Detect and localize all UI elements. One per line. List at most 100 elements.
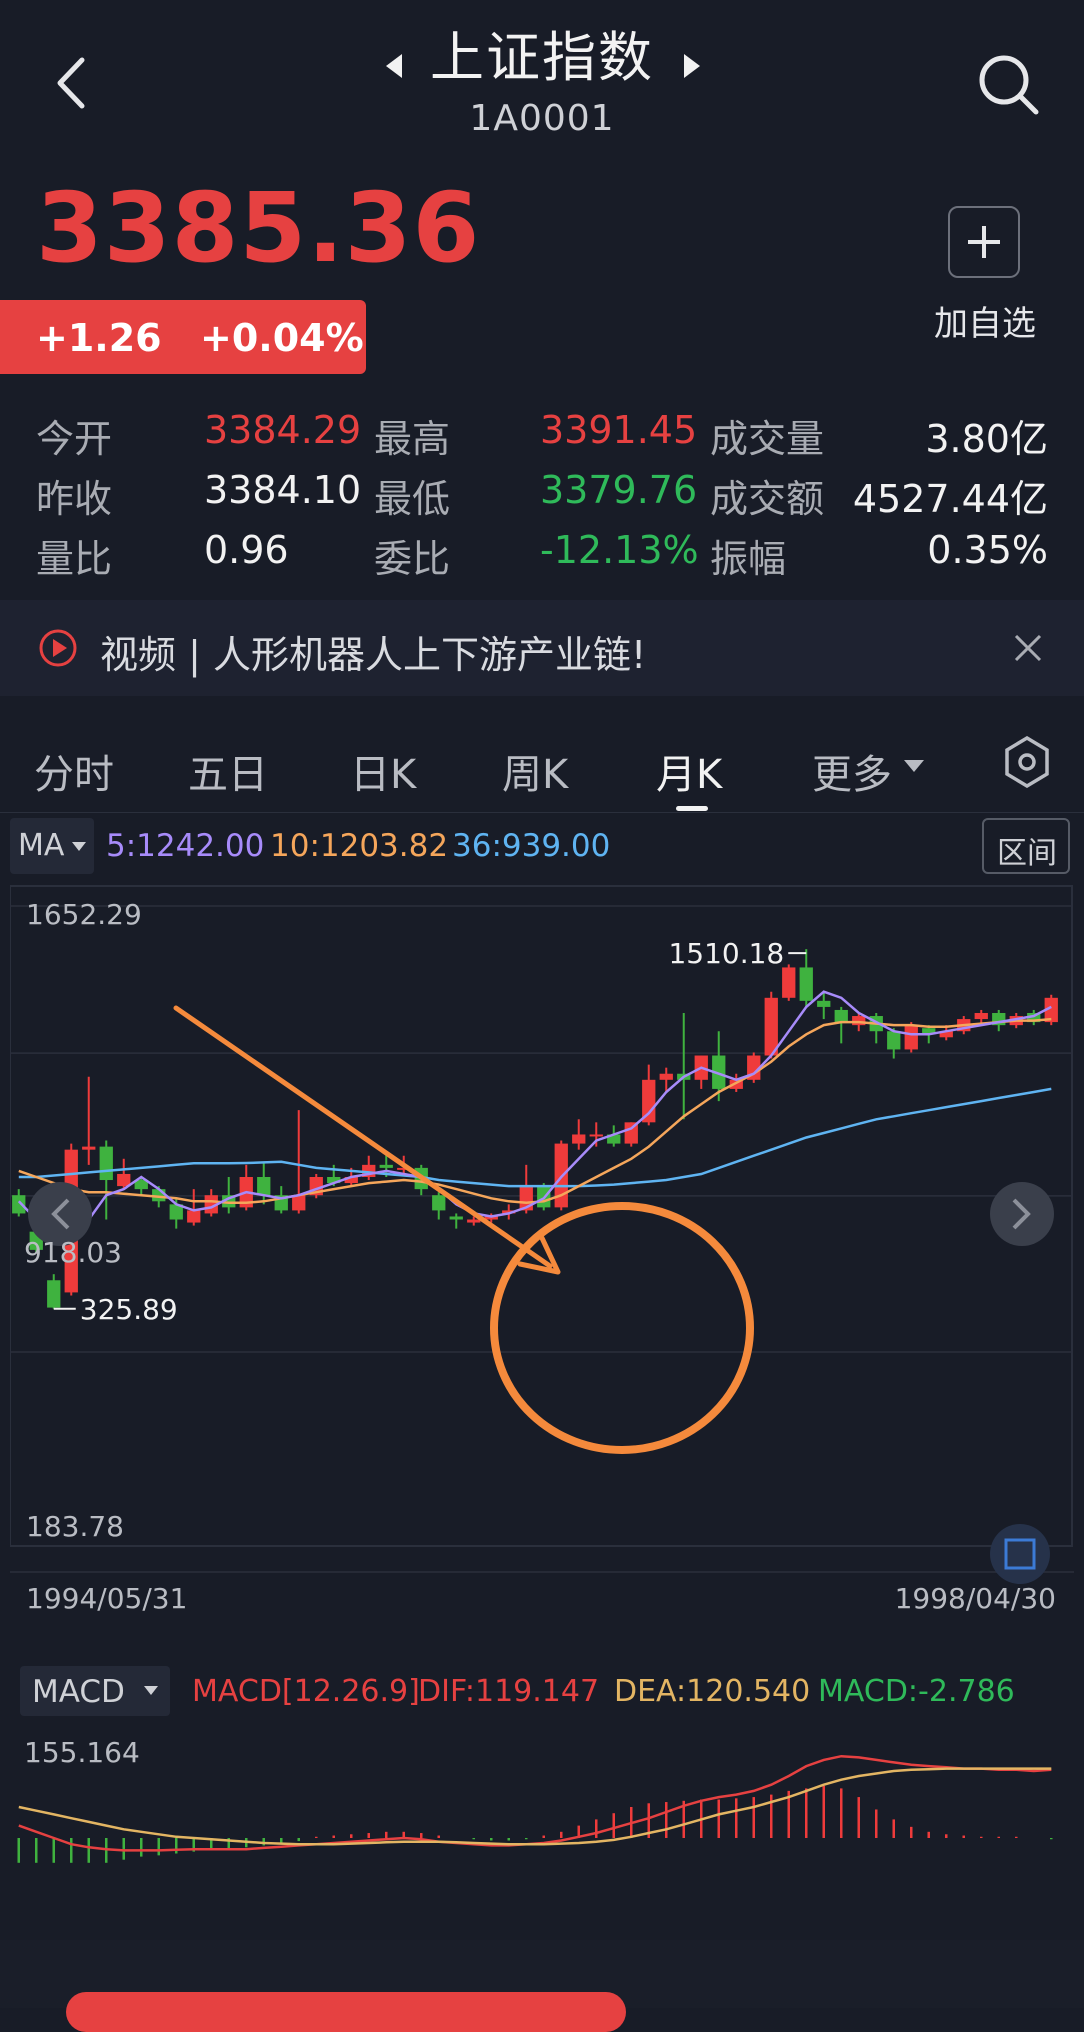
- candle-body: [257, 1176, 271, 1196]
- plus-icon: [968, 226, 1000, 258]
- stat-value: 4527.44亿: [852, 477, 1048, 521]
- min-annotation: 325.89: [80, 1293, 178, 1326]
- ma36-value: 36:939.00: [452, 828, 611, 864]
- add-watchlist-label[interactable]: 加自选: [926, 296, 1044, 345]
- page-title: 上证指数: [430, 26, 654, 89]
- trade-button[interactable]: [66, 1992, 626, 2032]
- dea-line: [18, 1767, 1052, 1846]
- dropdown-icon: [144, 1686, 158, 1695]
- tab-week-k[interactable]: 周K: [502, 742, 568, 800]
- macd-y-label: 155.164: [24, 1736, 140, 1769]
- range-button[interactable]: 区间: [982, 818, 1070, 874]
- stat-value: 3.80亿: [925, 417, 1048, 461]
- stat-label: 量比: [36, 537, 113, 581]
- candle-body: [974, 1012, 988, 1020]
- stat-label: 今开: [36, 417, 113, 461]
- stat-value: 3384.29: [204, 408, 362, 452]
- candle-body: [187, 1210, 201, 1223]
- x-label-end: 1998/04/30: [895, 1582, 1056, 1612]
- settings-icon[interactable]: [1004, 736, 1050, 788]
- chart-next-button: [990, 1182, 1054, 1246]
- current-price: 3385.36: [36, 172, 481, 284]
- candle-body: [99, 1146, 113, 1181]
- macd-lines: [18, 1754, 1052, 1852]
- candle-body: [47, 1280, 61, 1308]
- stat-label: 成交额: [710, 477, 825, 521]
- candle-body: [799, 967, 813, 1001]
- dropdown-icon[interactable]: [904, 760, 924, 774]
- candle-body: [834, 1009, 848, 1023]
- candle-body: [589, 1134, 603, 1137]
- tab-month-k[interactable]: 月K: [656, 742, 722, 800]
- stat-value: 3391.45: [540, 408, 698, 452]
- add-watchlist-button[interactable]: [948, 206, 1020, 278]
- news-text: 视频 | 人形机器人上下游产业链!: [100, 633, 647, 677]
- stat-label: 振幅: [710, 537, 787, 581]
- close-icon[interactable]: [1012, 632, 1044, 664]
- macd-chart[interactable]: 155.164: [10, 1720, 1074, 1940]
- candle-body: [817, 1000, 831, 1007]
- ma-label: MA: [18, 828, 65, 863]
- macd-label: MACD: [32, 1674, 125, 1710]
- tab-more[interactable]: 更多: [812, 742, 892, 800]
- divider: [0, 812, 1084, 813]
- stock-code: 1A0001: [469, 98, 615, 139]
- play-icon: [39, 629, 77, 667]
- change-badge: +1.26 +0.04%: [0, 300, 366, 374]
- y-label-max: 1652.29: [26, 898, 142, 931]
- stat-value: 3379.76: [540, 468, 698, 512]
- candle-body: [904, 1025, 918, 1050]
- candle-body: [467, 1219, 481, 1223]
- stat-value: 3384.10: [204, 468, 362, 512]
- stat-label: 最高: [374, 417, 451, 461]
- change-percent: +0.04%: [200, 316, 364, 360]
- dropdown-icon: [72, 842, 86, 851]
- macd-value: MACD:-2.786: [818, 1674, 1015, 1709]
- y-label-min: 183.78: [26, 1510, 124, 1543]
- candlestick-chart[interactable]: 1652.29 918.03 183.78 1994/05/31 1998/04/30 1…: [10, 882, 1074, 1612]
- max-annotation: 1510.18: [668, 937, 784, 970]
- stat-value: 0.35%: [927, 528, 1048, 572]
- back-icon[interactable]: [40, 48, 100, 118]
- search-icon[interactable]: [974, 50, 1044, 120]
- y-label-mid: 918.03: [24, 1236, 122, 1269]
- candle-body: [782, 967, 796, 998]
- active-tab-indicator: [676, 806, 708, 811]
- x-label-start: 1994/05/31: [26, 1582, 187, 1612]
- next-arrow-icon[interactable]: [684, 54, 700, 78]
- candle-body: [572, 1134, 586, 1144]
- change-value: +1.26: [36, 316, 162, 360]
- tab-wuri[interactable]: 五日: [188, 742, 268, 800]
- stat-label: 昨收: [36, 477, 113, 521]
- candle-body: [852, 1016, 866, 1026]
- candle-body: [887, 1031, 901, 1050]
- stat-label: 委比: [374, 537, 451, 581]
- candle-body: [117, 1173, 131, 1187]
- macd-params: MACD[12.26.9]: [192, 1674, 420, 1709]
- ma5-value: 5:1242.00: [106, 828, 265, 864]
- macd-selector[interactable]: MACD: [20, 1666, 170, 1716]
- macd-histogram: [17, 1785, 1053, 1863]
- stat-value: -12.13%: [540, 528, 699, 572]
- candle-body: [379, 1164, 393, 1168]
- news-banner[interactable]: 视频 | 人形机器人上下游产业链!: [0, 600, 1084, 696]
- tab-fenshi[interactable]: 分时: [34, 742, 114, 800]
- candle-body: [292, 1195, 306, 1211]
- period-tabs: 分时 五日 日K 周K 月K 更多: [0, 722, 1084, 812]
- candle-body: [432, 1195, 446, 1211]
- ma-selector[interactable]: MA: [10, 818, 94, 874]
- title-block: 上证指数 1A0001: [350, 26, 734, 146]
- stat-label: 成交量: [710, 417, 825, 461]
- orange-arrow: [173, 1005, 553, 1269]
- header: 上证指数 1A0001: [0, 0, 1084, 170]
- orange-circle: [490, 1202, 754, 1454]
- range-button-label: 区间: [997, 836, 1057, 871]
- tab-day-k[interactable]: 日K: [350, 742, 416, 800]
- ma10-value: 10:1203.82: [270, 828, 449, 864]
- fullscreen-button: [990, 1524, 1050, 1584]
- stat-value: 0.96: [204, 528, 289, 572]
- stat-label: 最低: [374, 477, 451, 521]
- candle-body: [449, 1216, 463, 1220]
- candle-body: [82, 1146, 96, 1150]
- ma36-line: [18, 1087, 1052, 1188]
